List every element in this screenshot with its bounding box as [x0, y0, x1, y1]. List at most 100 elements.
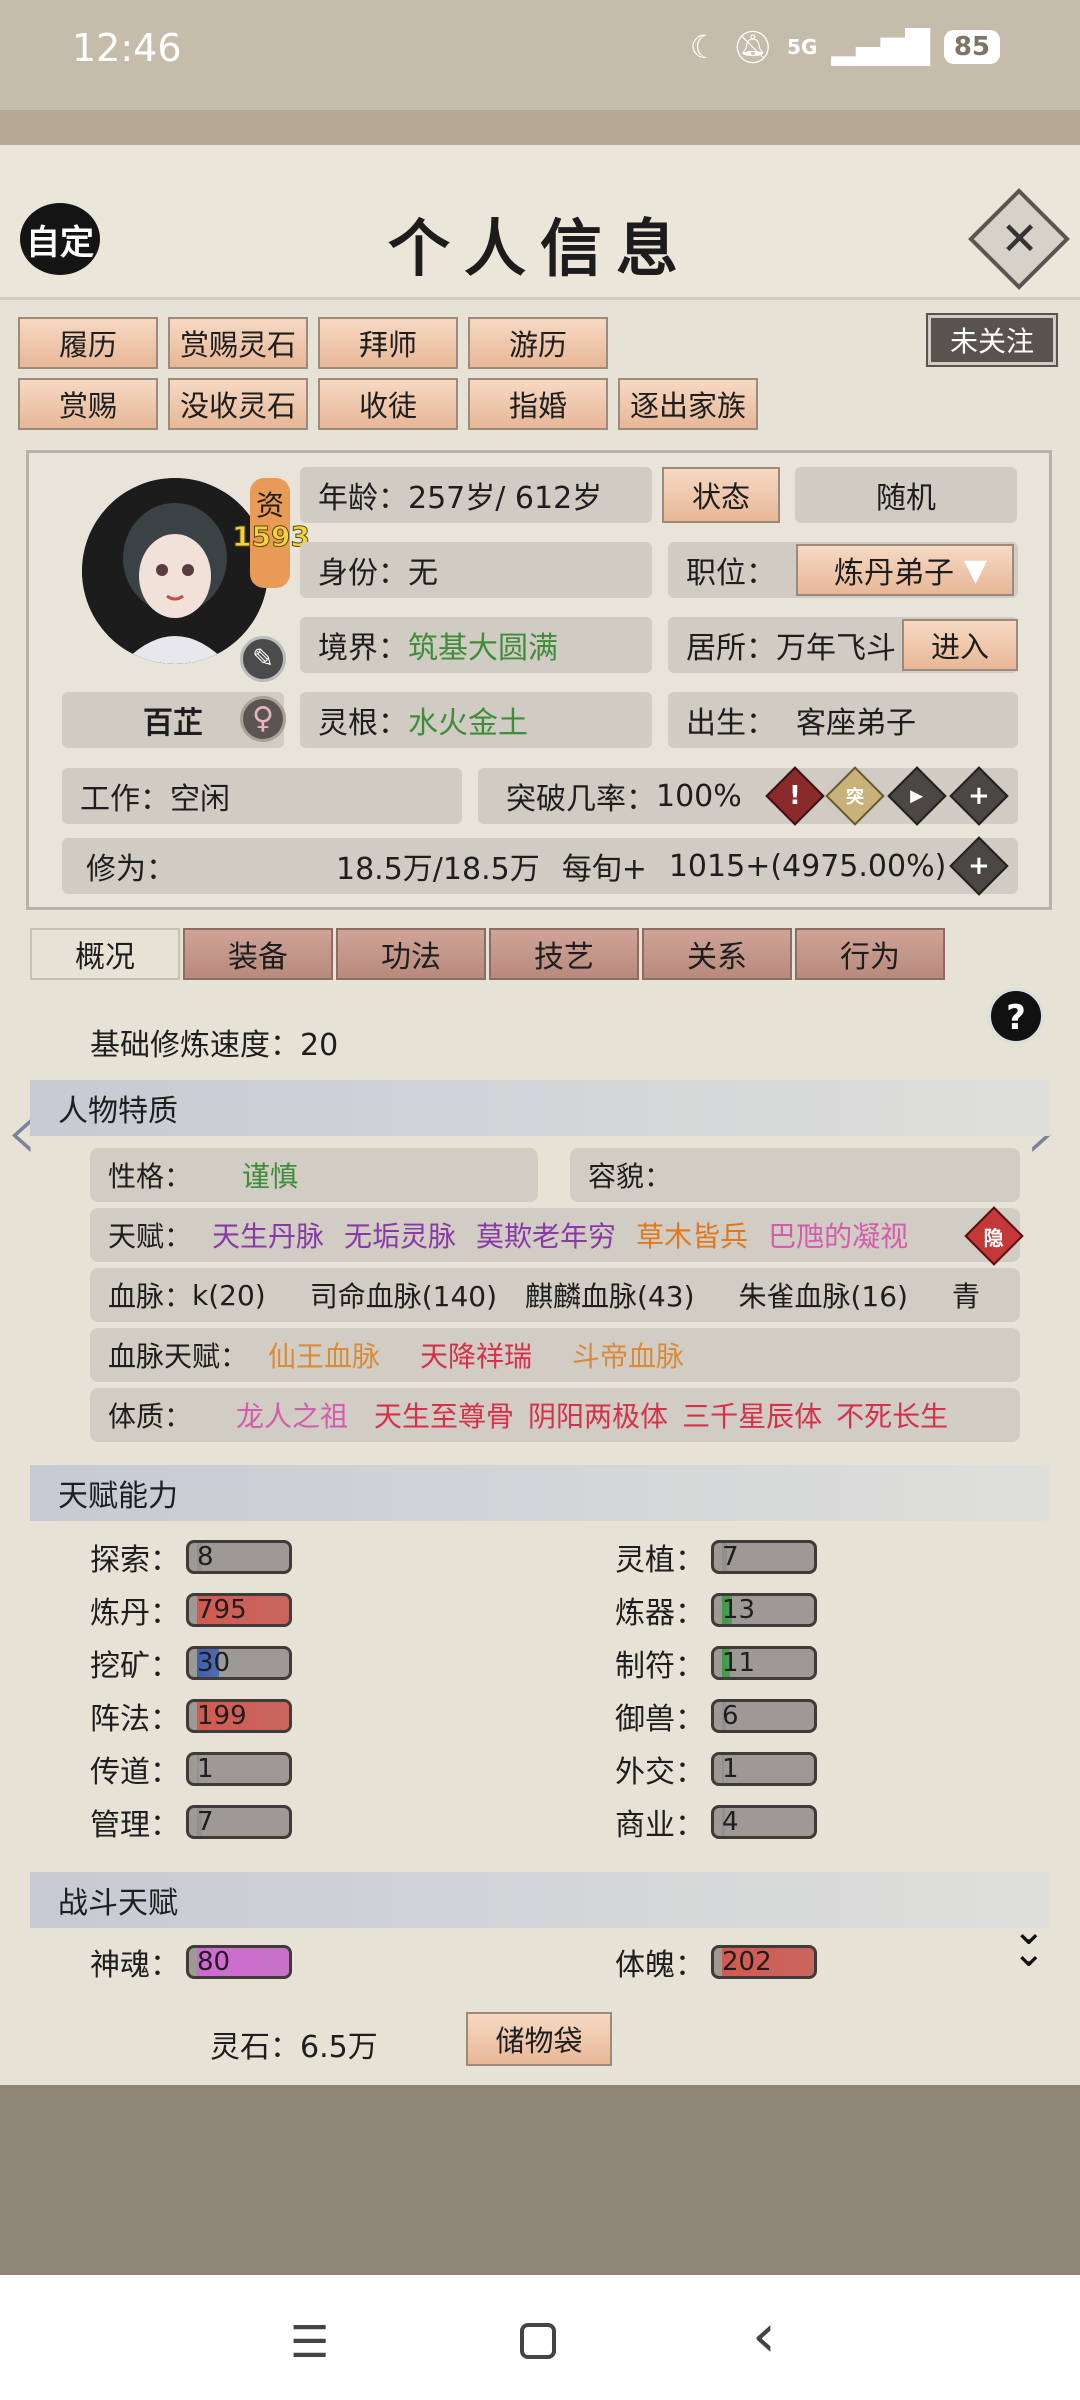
status-bar: 12:46 ☾ 🔕︎ 5G ▂▄▆█ 85 — [0, 0, 1080, 110]
bloodline-talent-item[interactable]: 天降祥瑞 — [420, 1335, 532, 1375]
tab-relations[interactable]: 关系 — [642, 928, 792, 980]
marriage-button[interactable]: 指婚 — [468, 378, 608, 430]
ability-label: 炼器： — [615, 1596, 705, 1631]
position-dropdown[interactable]: 炼丹弟子 ▼ — [796, 544, 1014, 596]
expel-button[interactable]: 逐出家族 — [618, 378, 758, 430]
bloodline-item[interactable]: 青 — [952, 1275, 980, 1315]
cultivation-field: 修为： 18.5万/18.5万 每旬+ 1015+(4975.00%) — [62, 838, 1018, 894]
bloodline-item[interactable]: 麒麟血脉(43) — [525, 1275, 694, 1315]
ability-bar: 6 — [711, 1699, 817, 1733]
apprentice-to-button[interactable]: 拜师 — [318, 317, 458, 369]
tab-techniques[interactable]: 功法 — [336, 928, 486, 980]
base-speed: 基础修炼速度：20 — [90, 1020, 338, 1064]
storage-bag-button[interactable]: 储物袋 — [466, 2012, 612, 2066]
moon-icon: ☾ — [689, 28, 719, 66]
avatar[interactable] — [82, 478, 268, 664]
follow-button[interactable]: 未关注 — [926, 313, 1058, 367]
ability-bar: 4 — [711, 1805, 817, 1839]
ability-value: 202 — [722, 1947, 772, 1977]
tab-behavior[interactable]: 行为 — [795, 928, 945, 980]
ability-row: 探索： 8 — [90, 1535, 292, 1579]
reward-button[interactable]: 赏赐 — [18, 378, 158, 430]
ability-label: 挖矿： — [90, 1649, 180, 1684]
ability-label: 炼丹： — [90, 1596, 180, 1631]
ability-value: 6 — [722, 1701, 739, 1731]
resume-button[interactable]: 履历 — [18, 317, 158, 369]
bloodline-item[interactable]: 司命血脉(140) — [310, 1275, 497, 1315]
status-time: 12:46 — [72, 26, 182, 70]
talent-item[interactable]: 草木皆兵 — [636, 1215, 748, 1255]
tab-equipment[interactable]: 装备 — [183, 928, 333, 980]
physique-item[interactable]: 天生至尊骨 — [374, 1395, 514, 1435]
take-disciple-button[interactable]: 收徒 — [318, 378, 458, 430]
base-speed-label: 基础修炼速度： — [90, 1028, 300, 1063]
battery-indicator: 85 — [943, 30, 1000, 64]
physique-item[interactable]: 不死长生 — [836, 1395, 948, 1435]
hidden-badge-label: 隐 — [984, 1225, 1004, 1250]
reward-stone-button[interactable]: 赏赐灵石 — [168, 317, 308, 369]
ability-bar: 7 — [711, 1540, 817, 1574]
random-button[interactable]: 随机 — [795, 467, 1017, 523]
ability-value: 80 — [197, 1947, 231, 1977]
work-field: 工作： 空闲 — [62, 768, 462, 824]
physique-item[interactable]: 龙人之祖 — [236, 1395, 348, 1435]
spirit-stone-display: 灵石：6.5万 — [210, 2022, 378, 2066]
bloodline-talent-label: 血脉天赋： — [108, 1340, 249, 1373]
ability-value: 199 — [197, 1701, 247, 1731]
bloodline-label: 血脉： — [108, 1280, 193, 1313]
talent-item[interactable]: 无垢灵脉 — [344, 1215, 456, 1255]
talent-label: 天赋： — [108, 1220, 193, 1253]
system-nav-bar: ☰ ‹ — [0, 2275, 1080, 2400]
menu-icon[interactable]: ☰ — [290, 2317, 329, 2368]
home-icon[interactable] — [520, 2323, 556, 2359]
gender-female-icon: ♀ — [240, 696, 286, 742]
age-field: 年龄： 257岁/ 612岁 — [300, 467, 652, 523]
bloodline-talent-item[interactable]: 斗帝血脉 — [572, 1335, 684, 1375]
character-name: 百芷 — [143, 706, 203, 741]
physique-item[interactable]: 三千星辰体 — [682, 1395, 822, 1435]
bloodline-item[interactable]: 朱雀血脉(16) — [739, 1275, 908, 1315]
ability-bar: 7 — [186, 1805, 292, 1839]
ability-label: 御兽： — [615, 1702, 705, 1737]
status-button[interactable]: 状态 — [662, 467, 780, 523]
ability-row: 挖矿： 30 — [90, 1641, 292, 1685]
position-label: 职位： — [686, 556, 776, 591]
ability-row: 管理： 7 — [90, 1800, 292, 1844]
ability-bar: 199 — [186, 1699, 292, 1733]
back-icon[interactable]: ‹ — [752, 2301, 776, 2371]
ability-value: 1 — [722, 1754, 739, 1784]
realm-field: 境界： 筑基大圆满 — [300, 617, 652, 673]
residence-label: 居所： — [686, 631, 776, 666]
travel-button[interactable]: 游历 — [468, 317, 608, 369]
ability-value: 7 — [722, 1542, 739, 1572]
rename-pen-icon[interactable]: ✎ — [240, 636, 286, 682]
enter-residence-button[interactable]: 进入 — [902, 619, 1018, 671]
appearance-label: 容貌： — [588, 1160, 673, 1193]
ability-row: 神魂： 80 — [90, 1940, 292, 1984]
ability-value: 795 — [197, 1595, 247, 1625]
talent-item[interactable]: 天生丹脉 — [212, 1215, 324, 1255]
bloodline-row: 血脉： k(20) 司命血脉(140) 麒麟血脉(43) 朱雀血脉(16) 青 — [90, 1268, 1020, 1322]
physique-label: 体质： — [108, 1400, 193, 1433]
network-label: 5G — [787, 35, 818, 59]
bloodline-item[interactable]: k(20) — [192, 1279, 266, 1312]
ability-value: 11 — [722, 1648, 756, 1678]
talent-item[interactable]: 巴虺的凝视 — [768, 1215, 908, 1255]
identity-field: 身份： 无 — [300, 542, 652, 598]
help-icon[interactable]: ? — [988, 988, 1044, 1044]
per-turn-label: 每旬+ — [561, 852, 647, 887]
bloodline-talent-item[interactable]: 仙王血脉 — [268, 1335, 380, 1375]
confiscate-stone-button[interactable]: 没收灵石 — [168, 378, 308, 430]
ability-row: 传道： 1 — [90, 1747, 292, 1791]
scroll-down-icon[interactable]: ⌄ ⌄ — [1012, 1911, 1046, 1973]
tab-skills[interactable]: 技艺 — [489, 928, 639, 980]
spirit-root-field: 灵根： 水火金土 — [300, 692, 652, 748]
spirit-stone-value: 6.5万 — [300, 2030, 378, 2065]
talent-item[interactable]: 莫欺老年穷 — [476, 1215, 616, 1255]
physique-item[interactable]: 阴阳两极体 — [528, 1395, 668, 1435]
ability-value: 8 — [197, 1542, 214, 1572]
dropdown-arrow-icon: ▼ — [964, 552, 988, 588]
bloodline-talent-row: 血脉天赋： 仙王血脉 天降祥瑞 斗帝血脉 — [90, 1328, 1020, 1382]
tab-overview[interactable]: 概况 — [30, 928, 180, 980]
ability-label: 探索： — [90, 1543, 180, 1578]
